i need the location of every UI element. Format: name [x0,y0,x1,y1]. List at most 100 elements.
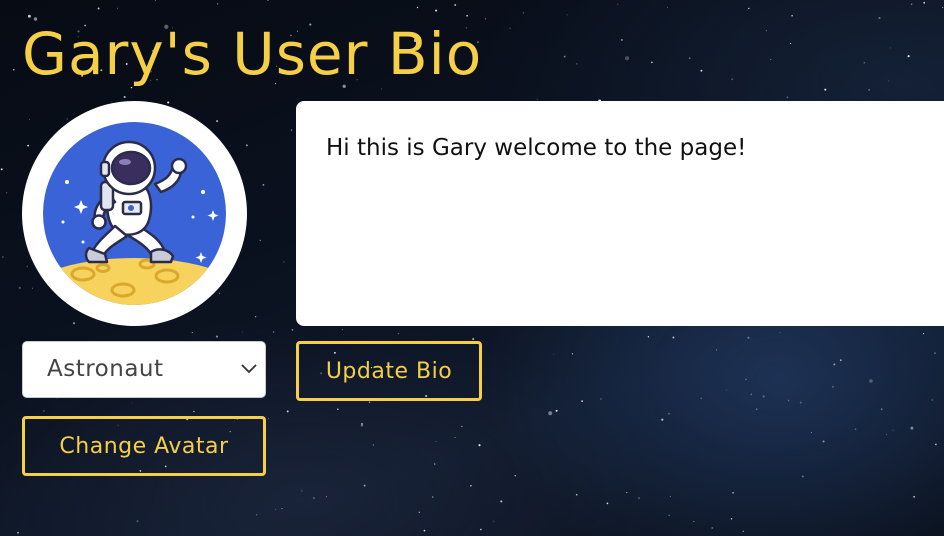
star-dot [880,408,883,410]
star-dot [824,88,827,91]
star-dot [215,335,219,338]
star-dot [789,42,792,45]
star-dot [791,14,793,17]
star-dot [563,55,566,58]
star-dot [935,443,937,446]
star-dot [431,496,434,498]
star-dot [368,401,371,404]
star-dot [715,349,717,351]
star-dot [72,322,76,325]
star-dot [480,528,482,531]
star-dot [522,12,525,14]
star-dot [801,475,804,478]
star-dot [553,353,555,355]
star-dot [290,129,293,131]
star-dot [416,6,419,9]
star-dot [923,333,925,335]
star-dot [466,14,468,17]
star-dot [435,9,438,12]
star-dot [43,410,45,412]
star-dot [669,495,671,497]
bio-textarea[interactable]: Hi this is Gary welcome to the page! [296,101,944,326]
page-title: Gary's User Bio [22,20,483,88]
star-dot [726,389,727,391]
star-dot [668,412,670,415]
star-dot [136,520,139,523]
star-dot [799,401,802,404]
star-dot [833,363,836,366]
star-dot [811,431,813,433]
star-dot [301,490,303,492]
star-dot [454,437,456,439]
star-dot [493,520,495,522]
update-bio-button[interactable]: Update Bio [296,341,482,401]
star-dot [509,27,511,29]
star-dot [275,508,277,510]
star-dot [889,47,891,49]
change-avatar-button[interactable]: Change Avatar [22,416,266,476]
star-dot [839,359,842,362]
star-dot [661,418,664,421]
avatar-select-value: Astronaut [47,356,164,382]
star-dot [433,463,436,465]
star-dot [638,497,640,500]
star-dot [934,352,936,354]
avatar [22,101,247,326]
star-dot [2,256,4,258]
star-dot [770,59,772,60]
star-dot [878,17,881,20]
star-dot [26,265,29,268]
star-dot [217,3,219,5]
star-dot [693,520,695,522]
star-dot [868,89,870,91]
star-dot [942,7,944,9]
star-dot [555,409,558,412]
star-dot [869,379,873,383]
star-dot [360,424,363,427]
chevron-down-icon [241,364,257,374]
avatar-select[interactable]: Astronaut [22,341,266,398]
star-dot [281,508,283,510]
star-dot [731,78,734,81]
star-dot [167,101,170,104]
star-dot [647,336,650,338]
star-dot [255,316,257,318]
star-dot [765,30,767,32]
star-dot [191,331,193,334]
star-dot [454,4,457,6]
star-dot [423,529,426,532]
star-dot [892,429,894,431]
star-dot [363,484,366,487]
star-dot [514,474,517,477]
star-dot [711,526,714,529]
star-dot [548,411,553,416]
star-dot [259,239,261,242]
star-dot [435,441,437,442]
star-dot [910,426,914,430]
star-dot [786,96,789,99]
star-dot [116,7,118,9]
star-dot [397,332,400,335]
star-dot [461,425,463,428]
star-dot [672,336,675,339]
star-dot [885,433,888,435]
star-dot [29,119,30,120]
star-dot [131,402,133,404]
star-dot [600,398,602,400]
star-dot [787,399,790,402]
star-dot [154,0,156,1]
star-dot [18,286,21,289]
star-dot [326,496,327,498]
astronaut-avatar-icon [43,122,226,305]
star-dot [832,386,834,388]
star-dot [312,497,315,500]
star-dot [626,492,628,494]
star-dot [262,183,265,186]
star-dot [742,530,745,533]
star-dot [272,331,275,333]
star-dot [571,353,574,355]
star-dot [700,397,702,399]
star-dot [688,57,691,60]
star-dot [566,14,568,16]
star-dot [822,440,825,443]
